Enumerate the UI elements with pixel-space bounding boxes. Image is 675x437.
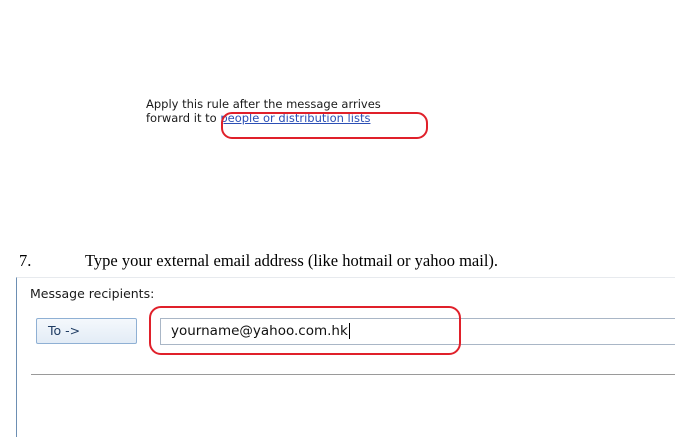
rule-description-line-1: Apply this rule after the message arrive… — [146, 97, 381, 111]
panel-divider — [31, 374, 675, 375]
step-text: Type your external email address (like h… — [85, 251, 499, 270]
message-recipients-panel: Message recipients: To -> yourname@yahoo… — [16, 277, 675, 437]
rule-description: Apply this rule after the message arrive… — [146, 97, 381, 125]
step-number: 7. — [19, 251, 32, 270]
rule-description-prefix: forward it to — [146, 111, 221, 125]
people-or-distribution-lists-link[interactable]: people or distribution lists — [220, 111, 370, 125]
recipient-email-input[interactable]: yourname@yahoo.com.hk — [160, 318, 675, 345]
rule-description-line-2: forward it to people or distribution lis… — [146, 111, 381, 125]
to-button[interactable]: To -> — [36, 318, 137, 344]
recipient-email-value: yourname@yahoo.com.hk — [171, 323, 348, 339]
message-recipients-label: Message recipients: — [30, 286, 155, 301]
text-caret — [348, 323, 350, 339]
instruction-step: 7. Type your external email address (like… — [19, 251, 498, 271]
